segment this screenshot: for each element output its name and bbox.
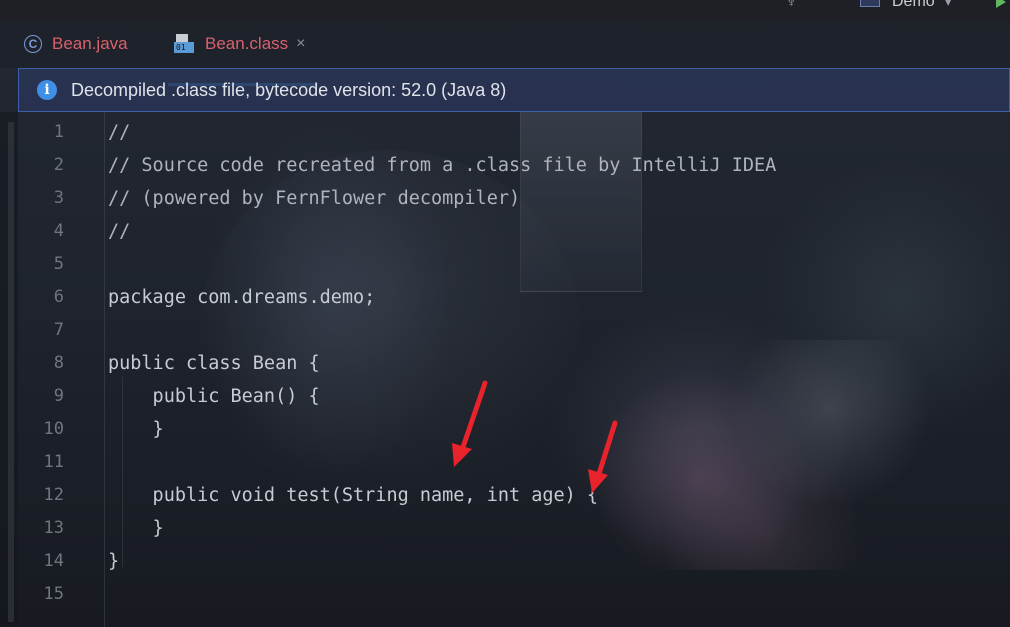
chevron-down-icon: ▾ <box>945 0 952 9</box>
line-number: 4 <box>53 221 64 241</box>
line-number: 12 <box>43 485 64 505</box>
code-text: // <box>108 122 131 143</box>
editor-tab-bar: C Bean.java 01 Bean.class × <box>0 20 1010 86</box>
annotation-arrow-name <box>452 380 488 467</box>
line-number: 10 <box>43 419 64 439</box>
code-line[interactable]: 1 // <box>18 116 1010 149</box>
code-line[interactable]: 5 <box>18 248 1010 281</box>
code-editor[interactable]: 1 // 2 // Source code recreated from a .… <box>18 112 1010 627</box>
code-text: public Bean() { <box>108 386 320 407</box>
line-number: 5 <box>53 254 64 274</box>
code-text: package com.dreams.demo; <box>108 287 376 308</box>
code-line[interactable]: 6 package com.dreams.demo; <box>18 281 1010 314</box>
line-number: 15 <box>43 584 64 604</box>
decompiled-info-banner: i Decompiled .class file, bytecode versi… <box>18 68 1010 112</box>
project-selector[interactable]: Demo ▾ <box>892 0 951 11</box>
code-line[interactable]: 11 <box>18 446 1010 479</box>
line-number: 13 <box>43 518 64 538</box>
line-number: 6 <box>53 287 64 307</box>
project-name: Demo <box>892 0 935 10</box>
tab-bean-java[interactable]: C Bean.java <box>24 20 128 68</box>
close-icon[interactable]: × <box>296 35 305 53</box>
line-number: 7 <box>53 320 64 340</box>
tab-label: Bean.java <box>52 34 128 53</box>
line-number: 11 <box>43 452 64 472</box>
tab-bean-class[interactable]: 01 Bean.class × <box>172 20 306 68</box>
code-text: // Source code recreated from a .class f… <box>108 155 777 176</box>
class-c-icon: C <box>24 35 42 53</box>
line-number: 9 <box>53 386 64 406</box>
code-line[interactable]: 15 <box>18 578 1010 611</box>
code-text: // (powered by FernFlower decompiler) <box>108 188 521 209</box>
code-line[interactable]: 9 public Bean() { <box>18 380 1010 413</box>
title-bar: ♆ Demo ▾ <box>0 0 1010 20</box>
code-text: } <box>108 518 164 539</box>
bug-icon[interactable]: ♆ <box>786 0 797 10</box>
code-line[interactable]: 4 // <box>18 215 1010 248</box>
code-line[interactable]: 14 } <box>18 545 1010 578</box>
line-number: 2 <box>53 155 64 175</box>
scroll-marker <box>8 122 14 622</box>
code-line[interactable]: 12 public void test(String name, int age… <box>18 479 1010 512</box>
code-line[interactable]: 8 public class Bean { <box>18 347 1010 380</box>
line-number: 8 <box>53 353 64 373</box>
class-file-icon: 01 <box>172 34 194 54</box>
annotation-arrow-age <box>588 420 618 493</box>
code-line[interactable]: 13 } <box>18 512 1010 545</box>
info-icon: i <box>37 80 57 100</box>
project-icon <box>860 0 880 7</box>
line-number: 1 <box>53 122 64 142</box>
line-number: 3 <box>53 188 64 208</box>
run-icon[interactable] <box>996 0 1006 8</box>
code-line[interactable]: 7 <box>18 314 1010 347</box>
code-line[interactable]: 2 // Source code recreated from a .class… <box>18 149 1010 182</box>
code-text: public void test(String name, int age) { <box>108 485 599 506</box>
code-text: } <box>108 419 164 440</box>
code-text: // <box>108 221 131 242</box>
tab-label: Bean.class <box>205 34 289 53</box>
code-line[interactable]: 10 } <box>18 413 1010 446</box>
left-tool-strip <box>0 112 18 627</box>
code-text: } <box>108 551 120 572</box>
banner-message: Decompiled .class file, bytecode version… <box>71 79 507 100</box>
code-text: public class Bean { <box>108 353 320 374</box>
code-line[interactable]: 3 // (powered by FernFlower decompiler) <box>18 182 1010 215</box>
line-number: 14 <box>43 551 64 571</box>
